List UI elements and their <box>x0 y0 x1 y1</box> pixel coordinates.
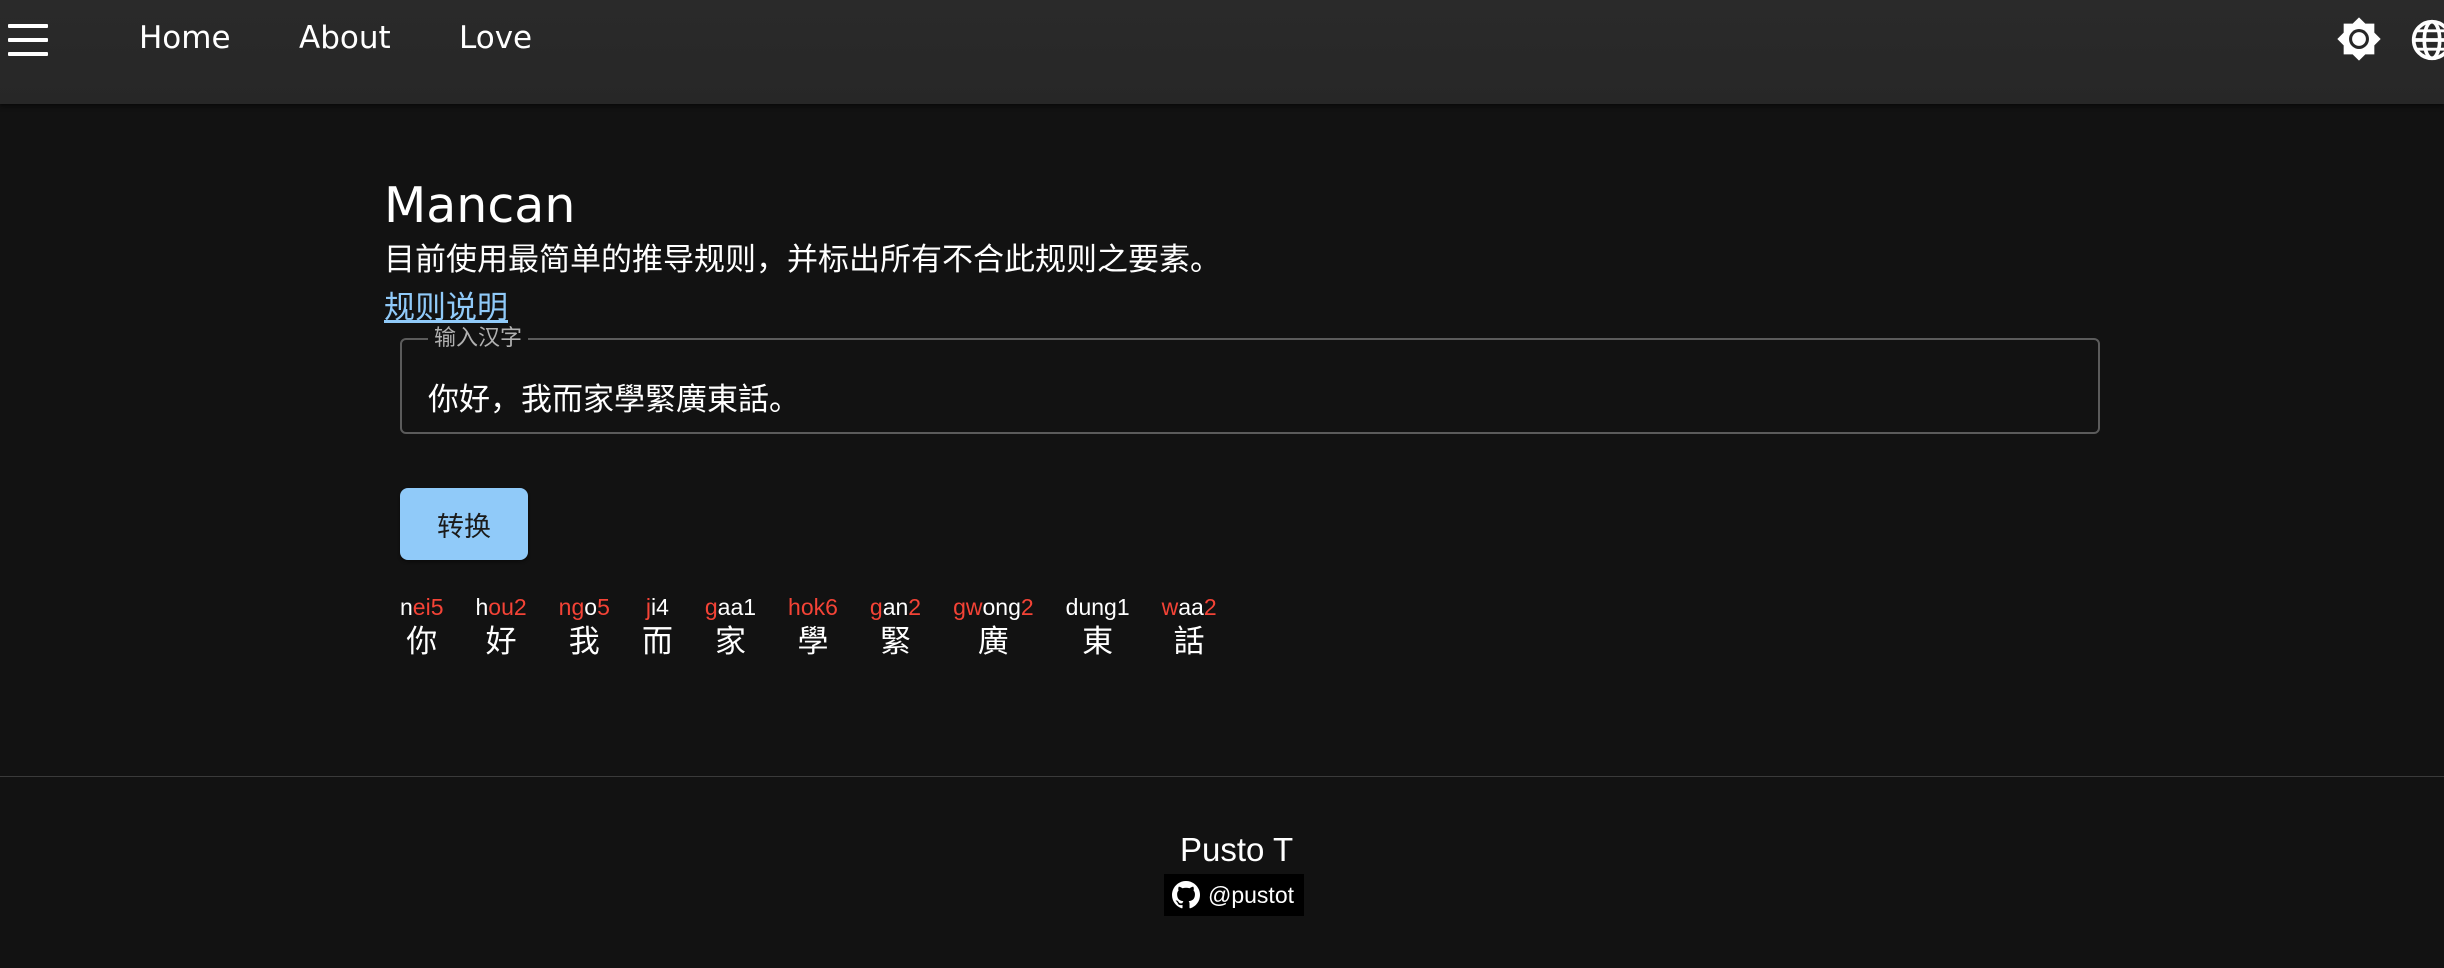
romanization: gan2 <box>870 592 921 622</box>
app-bar: Home About Love <box>0 0 2444 104</box>
footer-author: Pusto T <box>1180 831 1294 868</box>
result-syllable: hou2 好 <box>476 592 527 662</box>
footer-divider <box>0 776 2444 777</box>
romanization: hok6 <box>788 592 838 622</box>
romanization-match: o <box>584 594 598 620</box>
romanization: ji4 <box>646 592 669 622</box>
result-syllable: ngo5 我 <box>559 592 610 662</box>
romanization-mismatch: ng <box>558 594 585 620</box>
result-syllable: gwong2 廣 <box>953 592 1034 662</box>
hanzi-character: 而 <box>641 624 673 660</box>
romanization-match: h <box>475 594 489 620</box>
nav-about-link[interactable]: About <box>299 20 391 56</box>
hanzi-character: 好 <box>485 624 517 660</box>
romanization-mismatch: 5 <box>597 594 610 620</box>
romanization-mismatch: 2 <box>1020 594 1034 620</box>
romanization-match: aa1 <box>717 594 757 620</box>
globe-icon[interactable] <box>2410 18 2444 62</box>
romanization-mismatch: w <box>1161 594 1179 620</box>
romanization: dung1 <box>1066 592 1130 622</box>
conversion-result: nei5 你 hou2 好 ngo5 我 ji4 而 gaa1 家 hok6 學 gan2 緊 gwong2… <box>400 592 1249 662</box>
romanization-match: dung1 <box>1065 594 1130 620</box>
romanization: gwong2 <box>953 592 1034 622</box>
romanization-match: n <box>400 594 413 620</box>
result-syllable: nei5 你 <box>400 592 444 662</box>
result-syllable: ji4 而 <box>642 592 673 662</box>
result-syllable: gan2 緊 <box>870 592 921 662</box>
convert-button[interactable]: 转换 <box>400 488 528 560</box>
hanzi-character: 你 <box>406 624 438 660</box>
hanzi-character: 學 <box>797 624 829 660</box>
github-link[interactable]: @pustot <box>1164 874 1305 916</box>
romanization-mismatch: g <box>869 594 883 620</box>
romanization-mismatch: ei5 <box>412 594 444 620</box>
hanzi-input[interactable] <box>428 378 2068 414</box>
hamburger-menu-icon[interactable] <box>8 24 48 56</box>
result-syllable: dung1 東 <box>1066 592 1130 662</box>
romanization-match: aa <box>1178 594 1204 620</box>
romanization-mismatch: gw <box>953 594 983 620</box>
romanization-mismatch: 2 <box>908 594 922 620</box>
result-syllable: hok6 學 <box>788 592 838 662</box>
nav-home-link[interactable]: Home <box>139 20 231 56</box>
result-syllable: waa2 話 <box>1162 592 1217 662</box>
page-title: Mancan <box>384 177 576 234</box>
romanization-match: ong <box>982 594 1021 620</box>
hanzi-input-legend: 输入汉字 <box>434 326 523 351</box>
romanization-match: an <box>882 594 909 620</box>
github-icon <box>1172 881 1200 909</box>
romanization-mismatch: hok6 <box>788 594 838 620</box>
romanization: hou2 <box>476 592 527 622</box>
romanization: nei5 <box>400 592 444 622</box>
hanzi-input-field[interactable]: 输入汉字 <box>400 328 2100 434</box>
hanzi-character: 緊 <box>880 624 911 660</box>
romanization-mismatch: g <box>704 594 718 620</box>
romanization-match: i4 <box>650 594 669 620</box>
romanization-mismatch: 2 <box>1203 594 1217 620</box>
rule-explanation-link[interactable]: 规则说明 <box>384 284 508 332</box>
romanization-mismatch: ou2 <box>488 594 527 620</box>
hanzi-character: 東 <box>1082 624 1114 660</box>
brightness-icon[interactable] <box>2336 16 2382 62</box>
page-description: 目前使用最简单的推导规则，并标出所有不合此规则之要素。 <box>384 242 1221 278</box>
nav-love-link[interactable]: Love <box>459 20 532 56</box>
romanization: ngo5 <box>559 592 610 622</box>
result-syllable: gaa1 家 <box>705 592 756 662</box>
hanzi-character: 我 <box>568 624 600 660</box>
romanization: gaa1 <box>705 592 756 622</box>
hanzi-character: 話 <box>1173 624 1205 660</box>
hanzi-character: 廣 <box>977 624 1009 660</box>
hanzi-character: 家 <box>714 624 746 660</box>
romanization: waa2 <box>1162 592 1217 622</box>
github-handle: @pustot <box>1208 881 1295 908</box>
